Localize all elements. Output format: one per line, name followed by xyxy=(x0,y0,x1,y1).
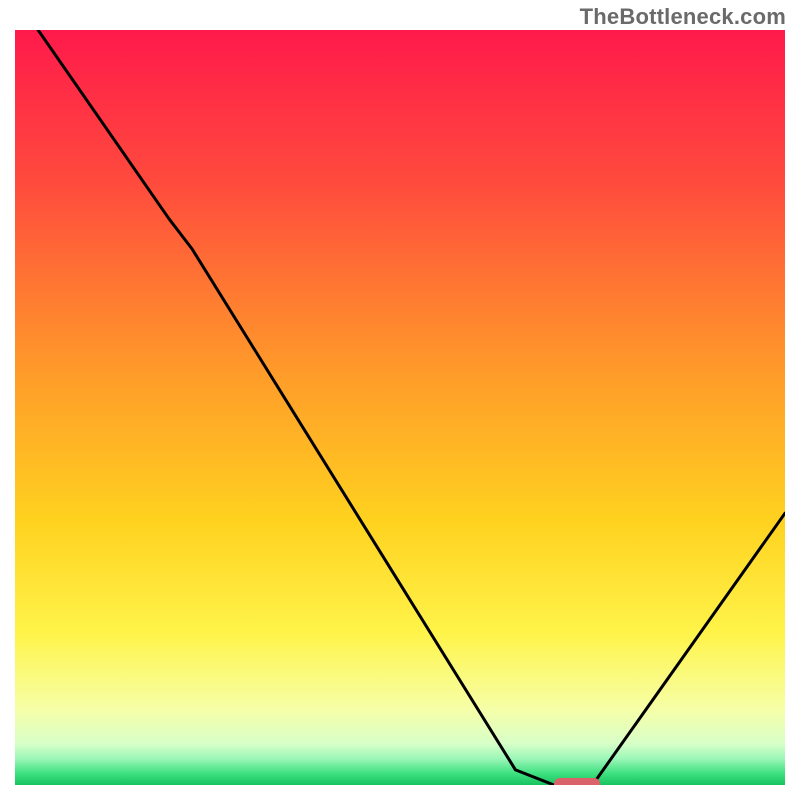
plot-area xyxy=(15,30,785,785)
gradient-background xyxy=(15,30,785,785)
attribution-label: TheBottleneck.com xyxy=(580,4,786,30)
chart-frame: TheBottleneck.com xyxy=(0,0,800,800)
optimal-marker xyxy=(554,778,600,785)
chart-svg xyxy=(15,30,785,785)
